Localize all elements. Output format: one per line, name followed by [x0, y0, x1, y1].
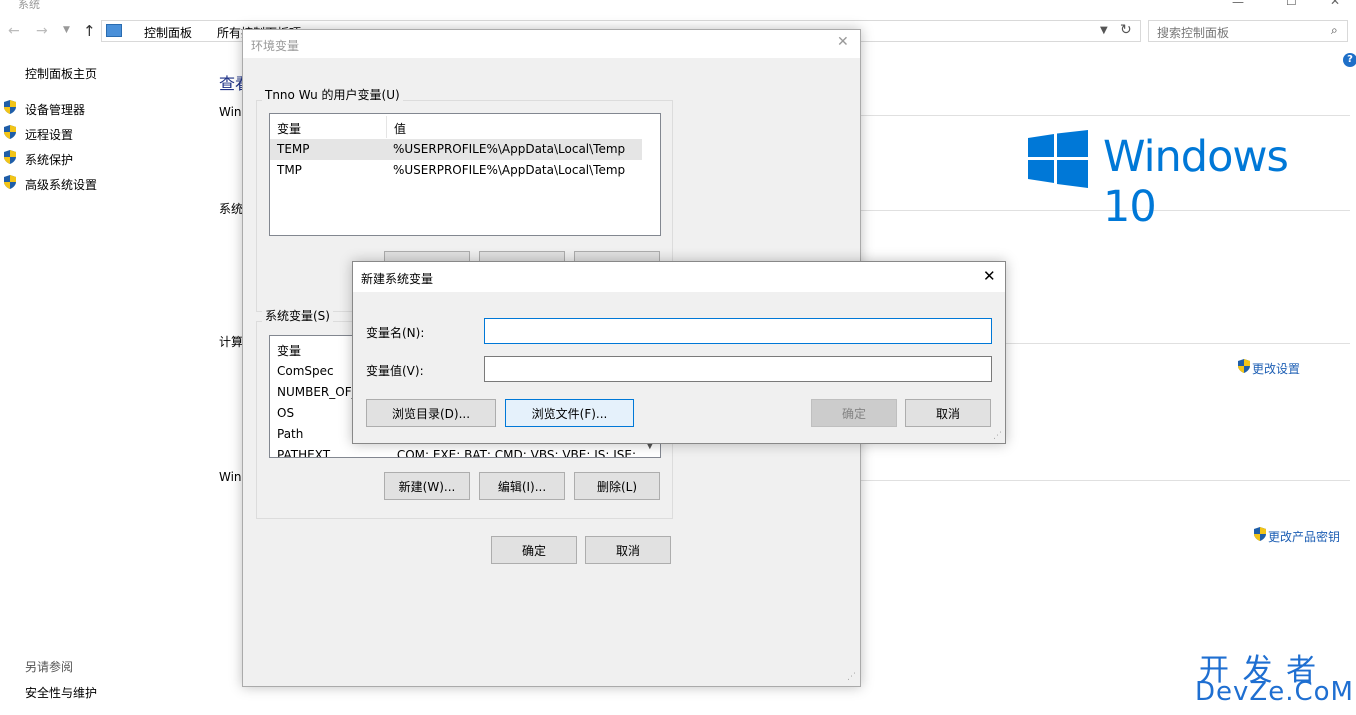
variable-value: %USERPROFILE%\AppData\Local\Temp	[393, 163, 626, 177]
variable-name: OS	[277, 406, 295, 420]
button-label: 删除(L)	[596, 479, 638, 494]
shield-icon	[4, 150, 16, 164]
shield-icon	[4, 100, 16, 114]
watermark: 开 发 者 DevZe.CoM	[1195, 645, 1355, 713]
dialog-titlebar: 环境变量 ✕	[243, 30, 860, 58]
search-icon[interactable]: ⌕	[1331, 23, 1338, 38]
see-also-title: 另请参阅	[25, 660, 74, 674]
button-label: 浏览目录(D)...	[391, 406, 471, 421]
button-label: 编辑(I)...	[497, 479, 547, 494]
column-divider	[386, 116, 387, 138]
change-settings-link[interactable]: 更改设置	[1237, 359, 1356, 376]
sidebar-item-label: 远程设置	[25, 128, 74, 142]
search-placeholder: 搜索控制面板	[1157, 26, 1230, 40]
dialog-title: 新建系统变量	[361, 272, 434, 286]
variable-name-label: 变量名(N):	[366, 326, 425, 340]
browse-file-button[interactable]: 浏览文件(F)...	[505, 399, 634, 427]
window-titlebar: 系统 — ☐ ✕	[0, 0, 1356, 14]
window-title: 系统	[18, 0, 40, 11]
shield-icon	[1254, 527, 1266, 541]
maximize-icon[interactable]: ☐	[1286, 0, 1297, 8]
close-icon[interactable]: ✕	[837, 34, 849, 50]
system-delete-button[interactable]: 删除(L)	[574, 472, 660, 500]
ok-button[interactable]: 确定	[491, 536, 577, 564]
minimize-icon[interactable]: —	[1232, 0, 1244, 9]
breadcrumb-control-panel[interactable]: 控制面板	[144, 24, 192, 41]
forward-icon[interactable]: →	[36, 23, 48, 39]
user-variables-list[interactable]: 变量 值 TEMP %USERPROFILE%\AppData\Local\Te…	[269, 113, 661, 236]
variable-value: %USERPROFILE%\AppData\Local\Temp	[393, 142, 626, 156]
divider	[860, 115, 1350, 116]
windows-logo: Windows 10	[1028, 130, 1348, 232]
table-row[interactable]: TEMP %USERPROFILE%\AppData\Local\Temp	[270, 139, 642, 160]
shield-icon	[1238, 359, 1250, 373]
breadcrumb-dropdown-icon[interactable]: ▼	[1100, 25, 1108, 36]
variable-name: TEMP	[277, 142, 310, 156]
variable-name: PATHEXT	[277, 448, 331, 458]
back-icon[interactable]: ←	[8, 23, 20, 39]
system-edit-button[interactable]: 编辑(I)...	[479, 472, 565, 500]
change-product-key-link[interactable]: 更改产品密钥	[1253, 527, 1353, 544]
button-label: 确定	[841, 406, 866, 421]
shield-icon	[4, 175, 16, 189]
history-chevron-icon[interactable]: ▼	[63, 25, 70, 35]
table-row[interactable]: TMP %USERPROFILE%\AppData\Local\Temp	[270, 160, 642, 181]
new-system-variable-dialog: 新建系统变量 ✕ 变量名(N): 变量值(V): 浏览目录(D)... 浏览文件…	[352, 261, 1006, 444]
control-panel-home-link[interactable]: 控制面板主页	[25, 65, 97, 82]
variable-name: NUMBER_OF_	[277, 385, 358, 399]
windows-flag-icon	[1028, 130, 1088, 188]
sidebar-item-label: 高级系统设置	[25, 178, 98, 192]
variable-name: TMP	[277, 163, 302, 177]
variable-value-field[interactable]	[484, 356, 992, 382]
windows-logo-text: Windows 10	[1103, 132, 1289, 232]
security-maintenance-link[interactable]: 安全性与维护	[25, 684, 97, 701]
sidebar-item-remote[interactable]: 远程设置	[3, 125, 203, 143]
section-label-system: 系统	[219, 202, 244, 216]
computer-icon	[106, 24, 122, 37]
help-icon[interactable]: ?	[1343, 53, 1356, 67]
resize-grip-icon[interactable]: ⋰	[847, 672, 856, 682]
close-icon[interactable]: ✕	[983, 267, 996, 285]
sidebar-item-advanced[interactable]: 高级系统设置	[3, 175, 203, 193]
system-new-button[interactable]: 新建(W)...	[384, 472, 470, 500]
system-variables-label: 系统变量(S)	[262, 307, 333, 324]
sidebar: 控制面板主页 设备管理器 远程设置 系统保护 高级系统设置 另请参阅 安全性与维…	[0, 60, 220, 710]
button-label: 取消	[935, 406, 960, 421]
button-label: 确定	[521, 543, 546, 558]
refresh-icon[interactable]: ↻	[1120, 22, 1132, 38]
change-product-key-label: 更改产品密钥	[1268, 530, 1341, 544]
column-header-value[interactable]: 值	[394, 120, 406, 137]
sidebar-item-label: 系统保护	[25, 153, 74, 167]
variable-value: .COM;.EXE;.BAT;.CMD;.VBS;.VBE;.JS;.JSE;	[393, 448, 636, 458]
shield-icon	[4, 125, 16, 139]
sidebar-item-protection[interactable]: 系统保护	[3, 150, 203, 168]
divider	[860, 480, 1350, 481]
button-label: 新建(W)...	[398, 479, 456, 494]
sidebar-item-device-manager[interactable]: 设备管理器	[3, 100, 203, 118]
ok-button[interactable]: 确定	[811, 399, 897, 427]
column-header-variable[interactable]: 变量	[277, 342, 301, 359]
variable-name: ComSpec	[277, 364, 334, 378]
section-label-computer: 计算	[219, 335, 244, 349]
search-box[interactable]: 搜索控制面板 ⌕	[1148, 20, 1348, 42]
dialog-titlebar: 新建系统变量 ✕	[353, 262, 1005, 292]
browse-directory-button[interactable]: 浏览目录(D)...	[366, 399, 496, 427]
user-variables-label: Tnno Wu 的用户变量(U)	[262, 86, 403, 103]
resize-grip-icon[interactable]: ⋰	[993, 431, 1002, 441]
cancel-button[interactable]: 取消	[905, 399, 991, 427]
button-label: 取消	[615, 543, 640, 558]
close-icon[interactable]: ✕	[1330, 0, 1340, 8]
dialog-title: 环境变量	[251, 39, 300, 53]
variable-name: Path	[277, 427, 304, 441]
variable-value-label: 变量值(V):	[366, 364, 424, 378]
column-header-variable[interactable]: 变量	[277, 120, 301, 137]
up-icon[interactable]: ↑	[83, 22, 96, 40]
cancel-button[interactable]: 取消	[585, 536, 671, 564]
watermark-line2: DevZe.CoM	[1195, 677, 1354, 707]
change-settings-label: 更改设置	[1252, 362, 1301, 376]
variable-name-field[interactable]	[484, 318, 992, 344]
button-label: 浏览文件(F)...	[531, 406, 608, 421]
sidebar-item-label: 设备管理器	[25, 103, 86, 117]
